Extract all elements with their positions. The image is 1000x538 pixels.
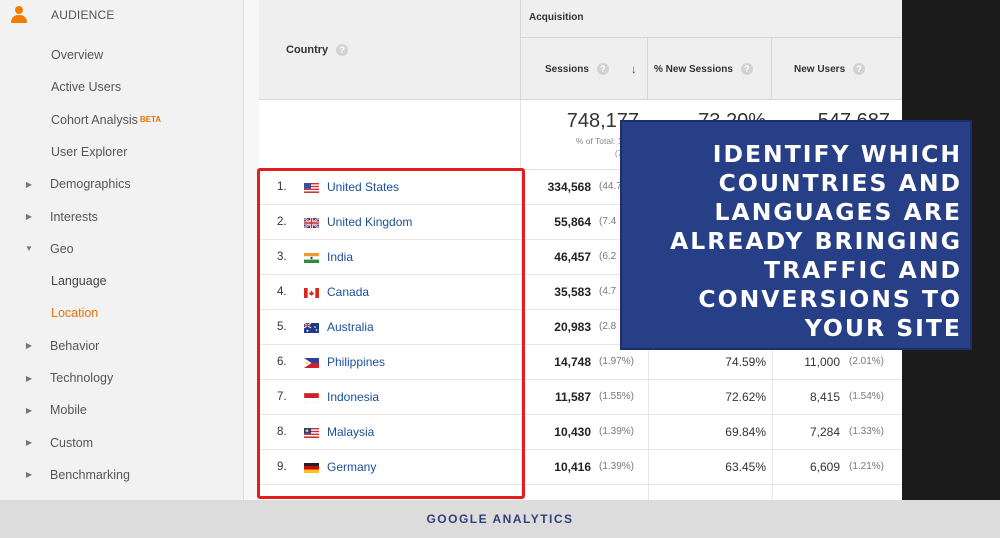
sessions-value: 35,583 xyxy=(554,285,591,299)
column-header-sessions-label: Sessions xyxy=(545,63,589,75)
sidebar-section-audience[interactable]: AUDIENCE xyxy=(10,5,115,25)
sidebar-item-language[interactable]: Language xyxy=(0,268,243,294)
footer-label: GOOGLE ANALYTICS xyxy=(426,512,574,526)
sidebar-item-label: Demographics xyxy=(50,177,131,192)
caret-down-icon[interactable]: ▼ xyxy=(18,244,40,253)
sidebar-item-label: Active Users xyxy=(51,80,122,95)
new-users-value: 11,000 xyxy=(804,355,840,369)
new-sessions-value: 63.45% xyxy=(725,460,766,474)
sessions-value: 55,864 xyxy=(554,215,591,229)
sidebar-item-label: Interests xyxy=(50,209,98,224)
sidebar-item-active-users[interactable]: Active Users xyxy=(0,74,243,100)
sidebar-item-label: User Explorer xyxy=(51,144,128,159)
column-header-new-sessions-label: % New Sessions xyxy=(654,63,733,75)
sessions-value: 334,568 xyxy=(547,180,591,194)
sidebar-item-label: Geo xyxy=(50,241,74,256)
help-icon[interactable]: ? xyxy=(853,63,866,75)
new-sessions-value: 74.59% xyxy=(725,355,766,369)
caret-right-icon[interactable]: ▶ xyxy=(18,438,40,447)
beta-badge: BETA xyxy=(139,115,162,125)
sidebar-item-location[interactable]: Location xyxy=(0,300,243,326)
column-header-country[interactable]: Country ? xyxy=(259,0,521,100)
sessions-value: 14,748 xyxy=(554,355,591,369)
sidebar-nav: AUDIENCE Overview Active Users Cohort Anal… xyxy=(0,0,244,500)
new-users-value: 7,284 xyxy=(809,425,840,439)
sidebar-item-demographics[interactable]: ▶ Demographics xyxy=(0,171,243,197)
sessions-value: 10,416 xyxy=(554,460,591,474)
sessions-percent: (44.7 xyxy=(599,181,622,192)
footer-banner: GOOGLE ANALYTICS xyxy=(0,500,1000,538)
caret-right-icon[interactable]: ▶ xyxy=(18,180,40,189)
person-icon xyxy=(10,6,28,24)
sidebar-item-overview[interactable]: Overview xyxy=(0,42,243,68)
new-users-percent: (1.54%) xyxy=(849,391,885,402)
sessions-value: 46,457 xyxy=(554,250,591,264)
sessions-percent: (1.39%) xyxy=(599,461,635,472)
new-users-percent: (1.21%) xyxy=(849,461,885,472)
table-header: Country ? Acquisition Sessions ? ↓ % New… xyxy=(259,0,902,100)
sessions-percent: (6.2 xyxy=(599,251,617,262)
column-header-sessions[interactable]: Sessions ? ↓ xyxy=(521,38,648,100)
new-sessions-value: 69.84% xyxy=(725,425,766,439)
caret-right-icon[interactable]: ▶ xyxy=(18,374,40,383)
sort-descending-icon[interactable]: ↓ xyxy=(631,62,637,76)
caret-right-icon[interactable]: ▶ xyxy=(18,470,40,479)
sidebar-item-user-explorer[interactable]: User Explorer xyxy=(0,139,243,165)
new-users-percent: (1.33%) xyxy=(849,426,885,437)
sessions-percent: (1.97%) xyxy=(599,356,635,367)
column-header-new-users-label: New Users xyxy=(794,63,846,75)
sessions-percent: (2.8 xyxy=(599,321,617,332)
sidebar-item-cohort-analysis[interactable]: Cohort Analysis BETA xyxy=(0,107,243,133)
sessions-percent: (1.39%) xyxy=(599,426,635,437)
sidebar-item-interests[interactable]: ▶ Interests xyxy=(0,204,243,230)
sessions-percent: (7.4 xyxy=(599,216,617,227)
caret-right-icon[interactable]: ▶ xyxy=(18,341,40,350)
totals-row-blank xyxy=(259,100,521,170)
sidebar-item-label: Technology xyxy=(50,371,114,385)
callout-box: IDENTIFY WHICH COUNTRIES AND LANGUAGES A… xyxy=(620,120,972,350)
sidebar-item-label: Benchmarking xyxy=(50,467,130,482)
sidebar-item-label: Location xyxy=(51,306,99,321)
column-header-new-users[interactable]: New Users ? xyxy=(772,38,902,100)
sidebar-item-label: Overview xyxy=(51,48,104,62)
new-users-percent: (2.01%) xyxy=(849,356,885,367)
sidebar-item-label: Language xyxy=(51,274,107,289)
sidebar-item-label: Custom xyxy=(50,435,94,450)
sidebar-item-label: Mobile xyxy=(50,403,87,418)
sidebar-item-label: Behavior xyxy=(50,338,100,353)
sessions-value: 20,983 xyxy=(554,320,591,334)
callout-text: IDENTIFY WHICH COUNTRIES AND LANGUAGES A… xyxy=(670,140,962,342)
sidebar-item-technology[interactable]: ▶ Technology xyxy=(0,365,243,391)
highlight-box xyxy=(257,168,525,499)
column-header-new-sessions[interactable]: % New Sessions ? xyxy=(648,38,772,100)
caret-right-icon[interactable]: ▶ xyxy=(18,406,40,415)
help-icon[interactable]: ? xyxy=(596,63,609,75)
new-sessions-value: 72.62% xyxy=(725,390,766,404)
sidebar-item-label: Cohort Analysis xyxy=(51,112,138,127)
column-group-acquisition: Acquisition xyxy=(521,0,902,38)
column-header-country-label: Country xyxy=(286,44,329,56)
sidebar-item-geo[interactable]: ▼ Geo xyxy=(0,236,243,262)
sessions-percent: (4.7 xyxy=(599,286,617,297)
caret-right-icon[interactable]: ▶ xyxy=(18,212,40,221)
sessions-percent: (1.55%) xyxy=(599,391,635,402)
sidebar-item-custom[interactable]: ▶ Custom xyxy=(0,430,243,456)
sidebar-item-behavior[interactable]: ▶ Behavior xyxy=(0,333,243,359)
sidebar-section-label: AUDIENCE xyxy=(51,8,115,22)
sessions-value: 11,587 xyxy=(554,390,591,404)
sidebar-item-mobile[interactable]: ▶ Mobile xyxy=(0,397,243,423)
sessions-value: 10,430 xyxy=(554,425,591,439)
sidebar-item-benchmarking[interactable]: ▶ Benchmarking xyxy=(0,462,243,488)
help-icon[interactable]: ? xyxy=(740,63,753,75)
new-users-value: 6,609 xyxy=(809,460,840,474)
help-icon[interactable]: ? xyxy=(336,44,349,56)
new-users-value: 8,415 xyxy=(809,390,840,404)
